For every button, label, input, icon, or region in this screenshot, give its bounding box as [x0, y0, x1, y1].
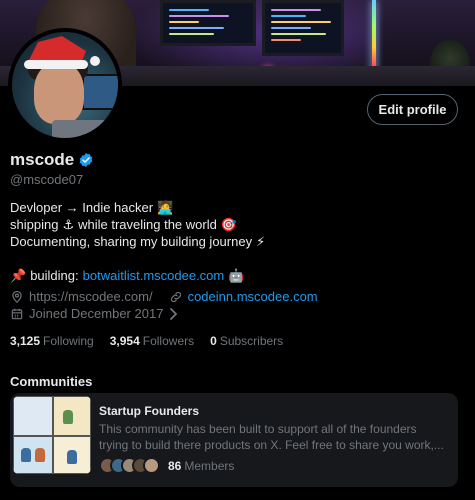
meta-row-links: https://mscodee.com/ codeinn.mscodee.com	[10, 288, 328, 305]
edit-profile-button[interactable]: Edit profile	[367, 94, 458, 125]
subscribers-stat[interactable]: 0 Subscribers	[210, 334, 283, 348]
member-count-text: 86 Members	[168, 459, 234, 473]
robot-emoji-icon: 🤖	[228, 268, 245, 283]
community-card[interactable]: Startup Founders This community has been…	[10, 393, 458, 487]
profile-bio: Devloper → Indie hacker 🧑‍💻 shipping ⚓ w…	[10, 199, 265, 284]
location-pin-icon	[12, 290, 22, 303]
avatar-face	[34, 62, 84, 124]
profile-handle: @mscode07	[10, 172, 84, 187]
comic-figure	[21, 448, 31, 462]
bio-text: while traveling the world	[78, 217, 217, 232]
bio-text: Documenting, sharing my building journey	[10, 234, 253, 249]
following-label: Following	[43, 334, 94, 348]
lightning-emoji-icon: ⚡	[256, 234, 266, 249]
community-thumbnail	[13, 396, 91, 474]
comic-panel	[13, 396, 53, 436]
technologist-emoji-icon: 🧑‍💻	[157, 200, 174, 215]
followers-count: 3,954	[109, 334, 140, 348]
profile-stats: 3,125 Following 3,954 Followers 0 Subscribe…	[10, 334, 283, 348]
chevron-right-icon	[170, 307, 178, 320]
subscribers-label: Subscribers	[219, 334, 284, 348]
verified-badge-icon[interactable]	[78, 152, 94, 168]
avatar	[143, 457, 160, 474]
avatar-hat-rim	[24, 60, 88, 69]
profile-avatar[interactable]	[8, 28, 122, 142]
link-icon	[170, 291, 181, 302]
website-1-text: https://mscodee.com/	[29, 289, 153, 304]
meta-joined[interactable]: Joined December 2017	[10, 306, 178, 321]
member-count: 86	[168, 458, 182, 473]
meta-website-2: codeinn.mscodee.com	[169, 289, 318, 304]
meta-website-1: https://mscodee.com/	[10, 289, 153, 304]
member-avatars	[99, 457, 160, 474]
website-2-link[interactable]: codeinn.mscodee.com	[188, 289, 318, 304]
comic-panel	[13, 436, 53, 474]
bio-text: shipping	[10, 217, 59, 232]
communities-heading: Communities	[10, 374, 93, 389]
community-members: 86 Members	[99, 457, 234, 474]
comic-figure	[67, 450, 77, 464]
display-name: mscode	[10, 150, 75, 169]
comic-figure	[63, 410, 73, 424]
calendar-icon	[11, 308, 23, 319]
banner-monitor-left	[160, 0, 256, 46]
meta-row-joined: Joined December 2017	[10, 305, 328, 322]
avatar-screen	[82, 74, 118, 110]
followers-label: Followers	[142, 334, 195, 348]
bio-text: Devloper → Indie hacker	[10, 200, 154, 215]
profile-name-row: mscode	[10, 150, 94, 170]
profile-meta: https://mscodee.com/ codeinn.mscodee.com…	[10, 288, 328, 322]
bio-line: Documenting, sharing my building journey…	[10, 233, 265, 250]
bio-link[interactable]: botwaitlist.mscodee.com	[83, 267, 225, 284]
bio-line: Devloper → Indie hacker 🧑‍💻	[10, 199, 265, 216]
following-stat[interactable]: 3,125 Following	[10, 334, 94, 348]
community-description: This community has been built to support…	[99, 421, 449, 453]
joined-text: Joined December 2017	[29, 306, 164, 321]
followers-stat[interactable]: 3,954 Followers	[110, 334, 194, 348]
subscribers-count: 0	[210, 334, 217, 348]
anchor-emoji-icon: ⚓	[62, 217, 75, 232]
banner-monitor-right	[262, 0, 344, 56]
following-count: 3,125	[10, 334, 41, 348]
bio-line: shipping ⚓ while traveling the world 🎯	[10, 216, 265, 233]
community-description-line: This community has been built to support…	[99, 422, 417, 436]
avatar-hat-pom	[90, 56, 100, 66]
bio-text: building:	[30, 268, 79, 283]
community-title: Startup Founders	[99, 404, 200, 418]
comic-figure	[35, 448, 45, 462]
target-emoji-icon: 🎯	[220, 217, 238, 232]
bio-spacer	[10, 250, 265, 267]
bio-line: 📌 building: botwaitlist.mscodee.com 🤖	[10, 267, 265, 284]
community-description-line: trying to build there products on X. Fee…	[99, 438, 444, 452]
avatar-laptop	[52, 120, 118, 138]
pushpin-emoji-icon: 📌	[10, 268, 27, 283]
member-label: Members	[184, 458, 235, 473]
